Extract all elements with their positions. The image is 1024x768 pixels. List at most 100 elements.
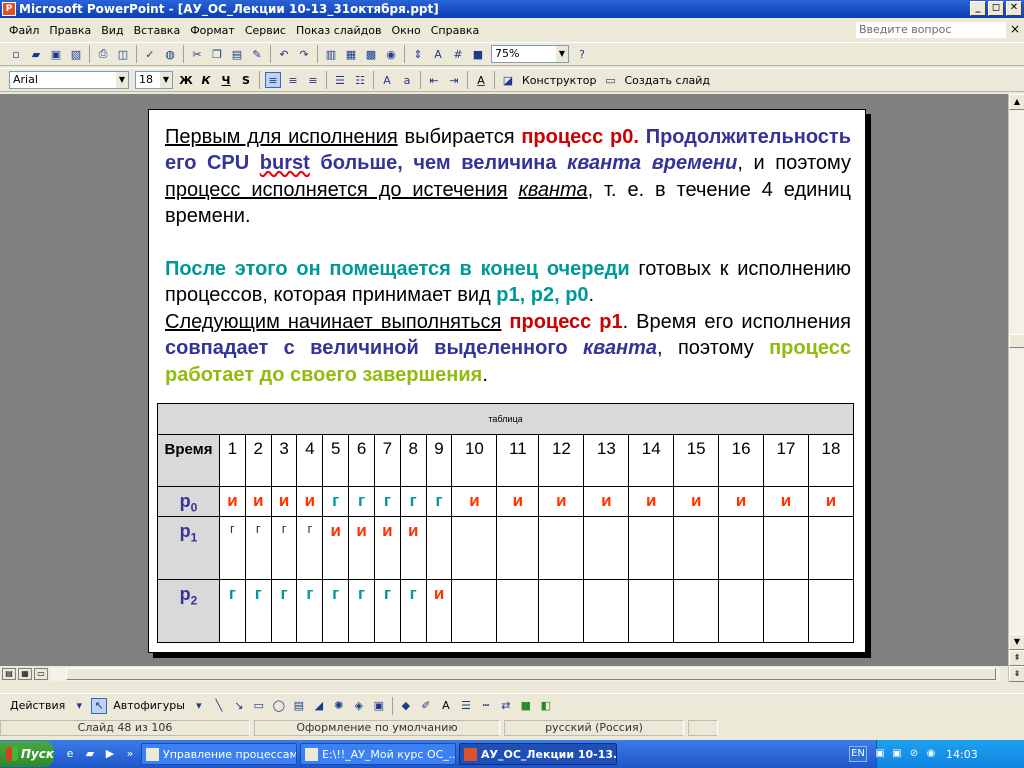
menu-help[interactable]: Справка [426, 24, 484, 37]
autoshapes-menu[interactable]: Автофигуры [113, 699, 185, 712]
menu-window[interactable]: Окно [387, 24, 426, 37]
print-icon[interactable]: ⎙ [95, 46, 111, 62]
scroll-thumb[interactable] [1009, 334, 1024, 348]
chevron-down-icon[interactable]: ▼ [160, 72, 172, 88]
clipart-icon[interactable]: ◈ [351, 698, 367, 714]
print-preview-icon[interactable]: ◫ [115, 46, 131, 62]
show-formatting-icon[interactable]: A [430, 46, 446, 62]
dash-style-icon[interactable]: ┅ [478, 698, 494, 714]
open-icon[interactable]: ▰ [28, 46, 44, 62]
scroll-up-icon[interactable]: ▲ [1009, 94, 1024, 110]
new-icon[interactable]: ▫ [8, 46, 24, 62]
grow-font-icon[interactable]: A [379, 72, 395, 88]
line-style-icon[interactable]: ☰ [458, 698, 474, 714]
next-slide-icon[interactable]: ⇟ [1009, 666, 1024, 682]
increase-indent-icon[interactable]: ⇥ [446, 72, 462, 88]
taskbar-button[interactable]: E:\!!_АУ_Мой курс ОС_... [300, 743, 456, 765]
align-left-icon[interactable]: ≡ [265, 72, 281, 88]
network-icon[interactable]: ▣ [890, 747, 904, 761]
bold-button[interactable]: Ж [178, 72, 194, 88]
bullets-icon[interactable]: ☷ [352, 72, 368, 88]
copy-icon[interactable]: ❐ [209, 46, 225, 62]
scroll-down-icon[interactable]: ▼ [1009, 634, 1024, 650]
menu-slideshow[interactable]: Показ слайдов [291, 24, 387, 37]
menu-tools[interactable]: Сервис [240, 24, 291, 37]
language-indicator[interactable]: EN [849, 746, 867, 762]
italic-button[interactable]: К [198, 72, 214, 88]
textbox-icon[interactable]: ▤ [291, 698, 307, 714]
research-icon[interactable]: ◍ [162, 46, 178, 62]
new-slide-button[interactable]: Создать слайд [624, 74, 710, 87]
shrink-font-icon[interactable]: a [399, 72, 415, 88]
permission-icon[interactable]: ▧ [68, 46, 84, 62]
show-grid-icon[interactable]: # [450, 46, 466, 62]
minimize-button[interactable]: _ [970, 1, 986, 16]
align-right-icon[interactable]: ≡ [305, 72, 321, 88]
help-question-input[interactable]: Введите вопрос [856, 22, 1006, 38]
oval-icon[interactable]: ◯ [271, 698, 287, 714]
picture-icon[interactable]: ▣ [371, 698, 387, 714]
save-icon[interactable]: ▣ [48, 46, 64, 62]
volume-icon[interactable]: ◉ [924, 747, 938, 761]
powerpoint-app-icon[interactable]: P [2, 2, 16, 16]
align-center-icon[interactable]: ≡ [285, 72, 301, 88]
arrow-style-icon[interactable]: ⇄ [498, 698, 514, 714]
undo-icon[interactable]: ↶ [276, 46, 292, 62]
line-color-icon[interactable]: ✐ [418, 698, 434, 714]
insert-table-icon[interactable]: ▦ [343, 46, 359, 62]
help-icon[interactable]: ? [574, 46, 590, 62]
designer-icon[interactable]: ◪ [500, 72, 516, 88]
schedule-table[interactable]: таблица Время 1 2 3 4 5 6 7 8 9 10 11 12 13 14 15 16 17 18… [157, 403, 855, 643]
numbering-icon[interactable]: ☰ [332, 72, 348, 88]
network-icon[interactable]: ▣ [873, 747, 887, 761]
start-button[interactable]: Пуск [0, 741, 54, 767]
3d-style-icon[interactable]: ◧ [538, 698, 554, 714]
spelling-icon[interactable]: ✓ [142, 46, 158, 62]
shadow-style-icon[interactable]: ■ [518, 698, 534, 714]
decrease-indent-icon[interactable]: ⇤ [426, 72, 442, 88]
wordart-icon[interactable]: ◢ [311, 698, 327, 714]
taskbar-button[interactable]: Управление процессам... [141, 743, 297, 765]
diagram-icon[interactable]: ✺ [331, 698, 347, 714]
line-icon[interactable]: ╲ [211, 698, 227, 714]
security-icon[interactable]: ⊘ [907, 747, 921, 761]
paste-icon[interactable]: ▤ [229, 46, 245, 62]
cut-icon[interactable]: ✂ [189, 46, 205, 62]
slide-canvas[interactable]: Первым для исполнения выбирается процесс… [148, 109, 866, 653]
tables-borders-icon[interactable]: ▩ [363, 46, 379, 62]
hyperlink-icon[interactable]: ◉ [383, 46, 399, 62]
taskbar-button-active[interactable]: АУ_ОС_Лекции 10-13... [459, 743, 617, 765]
document-close-icon[interactable]: × [1010, 22, 1020, 36]
internet-explorer-icon[interactable]: e [62, 746, 78, 762]
folder-icon[interactable]: ▰ [82, 746, 98, 762]
select-pointer-icon[interactable]: ↖ [91, 697, 108, 714]
maximize-button[interactable]: ◻ [988, 1, 1004, 16]
chevron-down-icon[interactable]: ▾ [191, 698, 207, 714]
font-color-icon[interactable]: A [438, 698, 454, 714]
fill-color-icon[interactable]: ◆ [398, 698, 414, 714]
more-icon[interactable]: » [122, 746, 138, 762]
menu-format[interactable]: Формат [185, 24, 240, 37]
slide-text-body[interactable]: Первым для исполнения выбирается процесс… [165, 124, 851, 388]
menu-file[interactable]: Файл [4, 24, 44, 37]
font-select[interactable]: Arial ▼ [9, 71, 129, 89]
menu-view[interactable]: Вид [96, 24, 128, 37]
format-painter-icon[interactable]: ✎ [249, 46, 265, 62]
chevron-down-icon[interactable]: ▼ [556, 46, 568, 62]
font-size-select[interactable]: 18 ▼ [135, 71, 173, 89]
designer-button[interactable]: Конструктор [522, 74, 596, 87]
horizontal-scroll-thumb[interactable] [66, 668, 996, 680]
chevron-down-icon[interactable]: ▾ [71, 698, 87, 714]
normal-view-icon[interactable]: ▤ [2, 668, 16, 680]
media-icon[interactable]: ▶ [102, 746, 118, 762]
shadow-button[interactable]: S [238, 72, 254, 88]
previous-slide-icon[interactable]: ⇞ [1009, 650, 1024, 666]
close-button[interactable]: ✕ [1006, 1, 1022, 16]
font-color-icon[interactable]: A [473, 72, 489, 88]
menu-edit[interactable]: Правка [44, 24, 96, 37]
slideshow-view-icon[interactable]: ▭ [34, 668, 48, 680]
vertical-scrollbar[interactable]: ▲ ▼ ⇞ ⇟ [1008, 94, 1024, 682]
rectangle-icon[interactable]: ▭ [251, 698, 267, 714]
zoom-select[interactable]: 75% ▼ [491, 45, 569, 63]
redo-icon[interactable]: ↷ [296, 46, 312, 62]
